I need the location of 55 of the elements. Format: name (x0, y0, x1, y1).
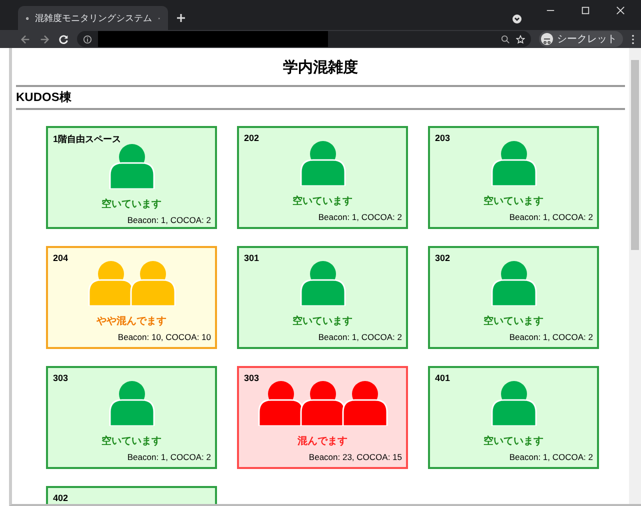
new-tab-icon[interactable] (176, 13, 186, 23)
scrollbar[interactable] (629, 48, 641, 504)
maximize-icon[interactable] (581, 6, 590, 15)
tab-title: 混雑度モニタリングシステム (34, 12, 152, 24)
building-heading: KUDOS棟 (16, 85, 625, 110)
status-text: 空いています (292, 194, 352, 208)
count-text: Beacon: 1, COCOA: 2 (509, 332, 593, 342)
room-name: 401 (435, 373, 450, 383)
room-name: 204 (53, 253, 68, 263)
status-text: 空いています (484, 194, 544, 208)
status-text: 空いています (484, 314, 544, 328)
count-text: Beacon: 1, COCOA: 2 (509, 452, 593, 462)
room-name: 301 (244, 253, 260, 263)
room-name: 303 (53, 373, 68, 383)
count-text: Beacon: 23, COCOA: 15 (308, 452, 402, 462)
incognito-button[interactable]: シークレット (539, 31, 623, 47)
count-text: Beacon: 10, COCOA: 10 (118, 332, 211, 342)
star-icon[interactable] (516, 34, 525, 44)
status-text: 空いています (102, 198, 162, 211)
reload-icon[interactable] (58, 34, 69, 44)
people-icon (300, 140, 346, 186)
people-icon (490, 140, 536, 186)
count-text: Beacon: 1, COCOA: 2 (509, 212, 593, 222)
people-icon (258, 380, 388, 426)
status-text: 空いています (102, 434, 162, 448)
people-icon (88, 260, 176, 306)
browser-tab[interactable]: 混雑度モニタリングシステム (18, 6, 168, 30)
people-icon (490, 380, 536, 426)
forward-icon[interactable] (39, 34, 50, 44)
count-text: Beacon: 1, COCOA: 2 (318, 332, 402, 342)
back-icon[interactable] (20, 34, 31, 44)
people-icon (300, 260, 346, 306)
people-icon (108, 143, 154, 189)
count-text: Beacon: 1, COCOA: 2 (127, 452, 211, 462)
page-title: 学内混雑度 (282, 58, 359, 77)
count-text: Beacon: 1, COCOA: 2 (318, 212, 402, 222)
menu-icon[interactable] (631, 34, 635, 44)
count-text: Beacon: 1, COCOA: 2 (127, 215, 211, 225)
status-text: 混んでます (298, 434, 348, 448)
status-text: 空いています (484, 434, 544, 448)
zoom-icon[interactable] (501, 34, 510, 44)
people-icon (108, 380, 154, 426)
info-icon (83, 34, 92, 44)
incognito-icon (541, 33, 553, 45)
room-name: 1階自由スペース (53, 133, 122, 146)
room-name: 402 (53, 493, 68, 503)
room-name: 203 (435, 133, 450, 143)
close-icon[interactable] (616, 6, 625, 15)
room-name: 202 (244, 133, 260, 143)
people-icon (490, 260, 536, 306)
room-name: 302 (435, 253, 450, 263)
status-text: やや混んでます (96, 314, 166, 328)
tab-search-icon[interactable] (512, 14, 522, 24)
status-text: 空いています (292, 314, 352, 328)
room-name: 303 (244, 373, 260, 383)
